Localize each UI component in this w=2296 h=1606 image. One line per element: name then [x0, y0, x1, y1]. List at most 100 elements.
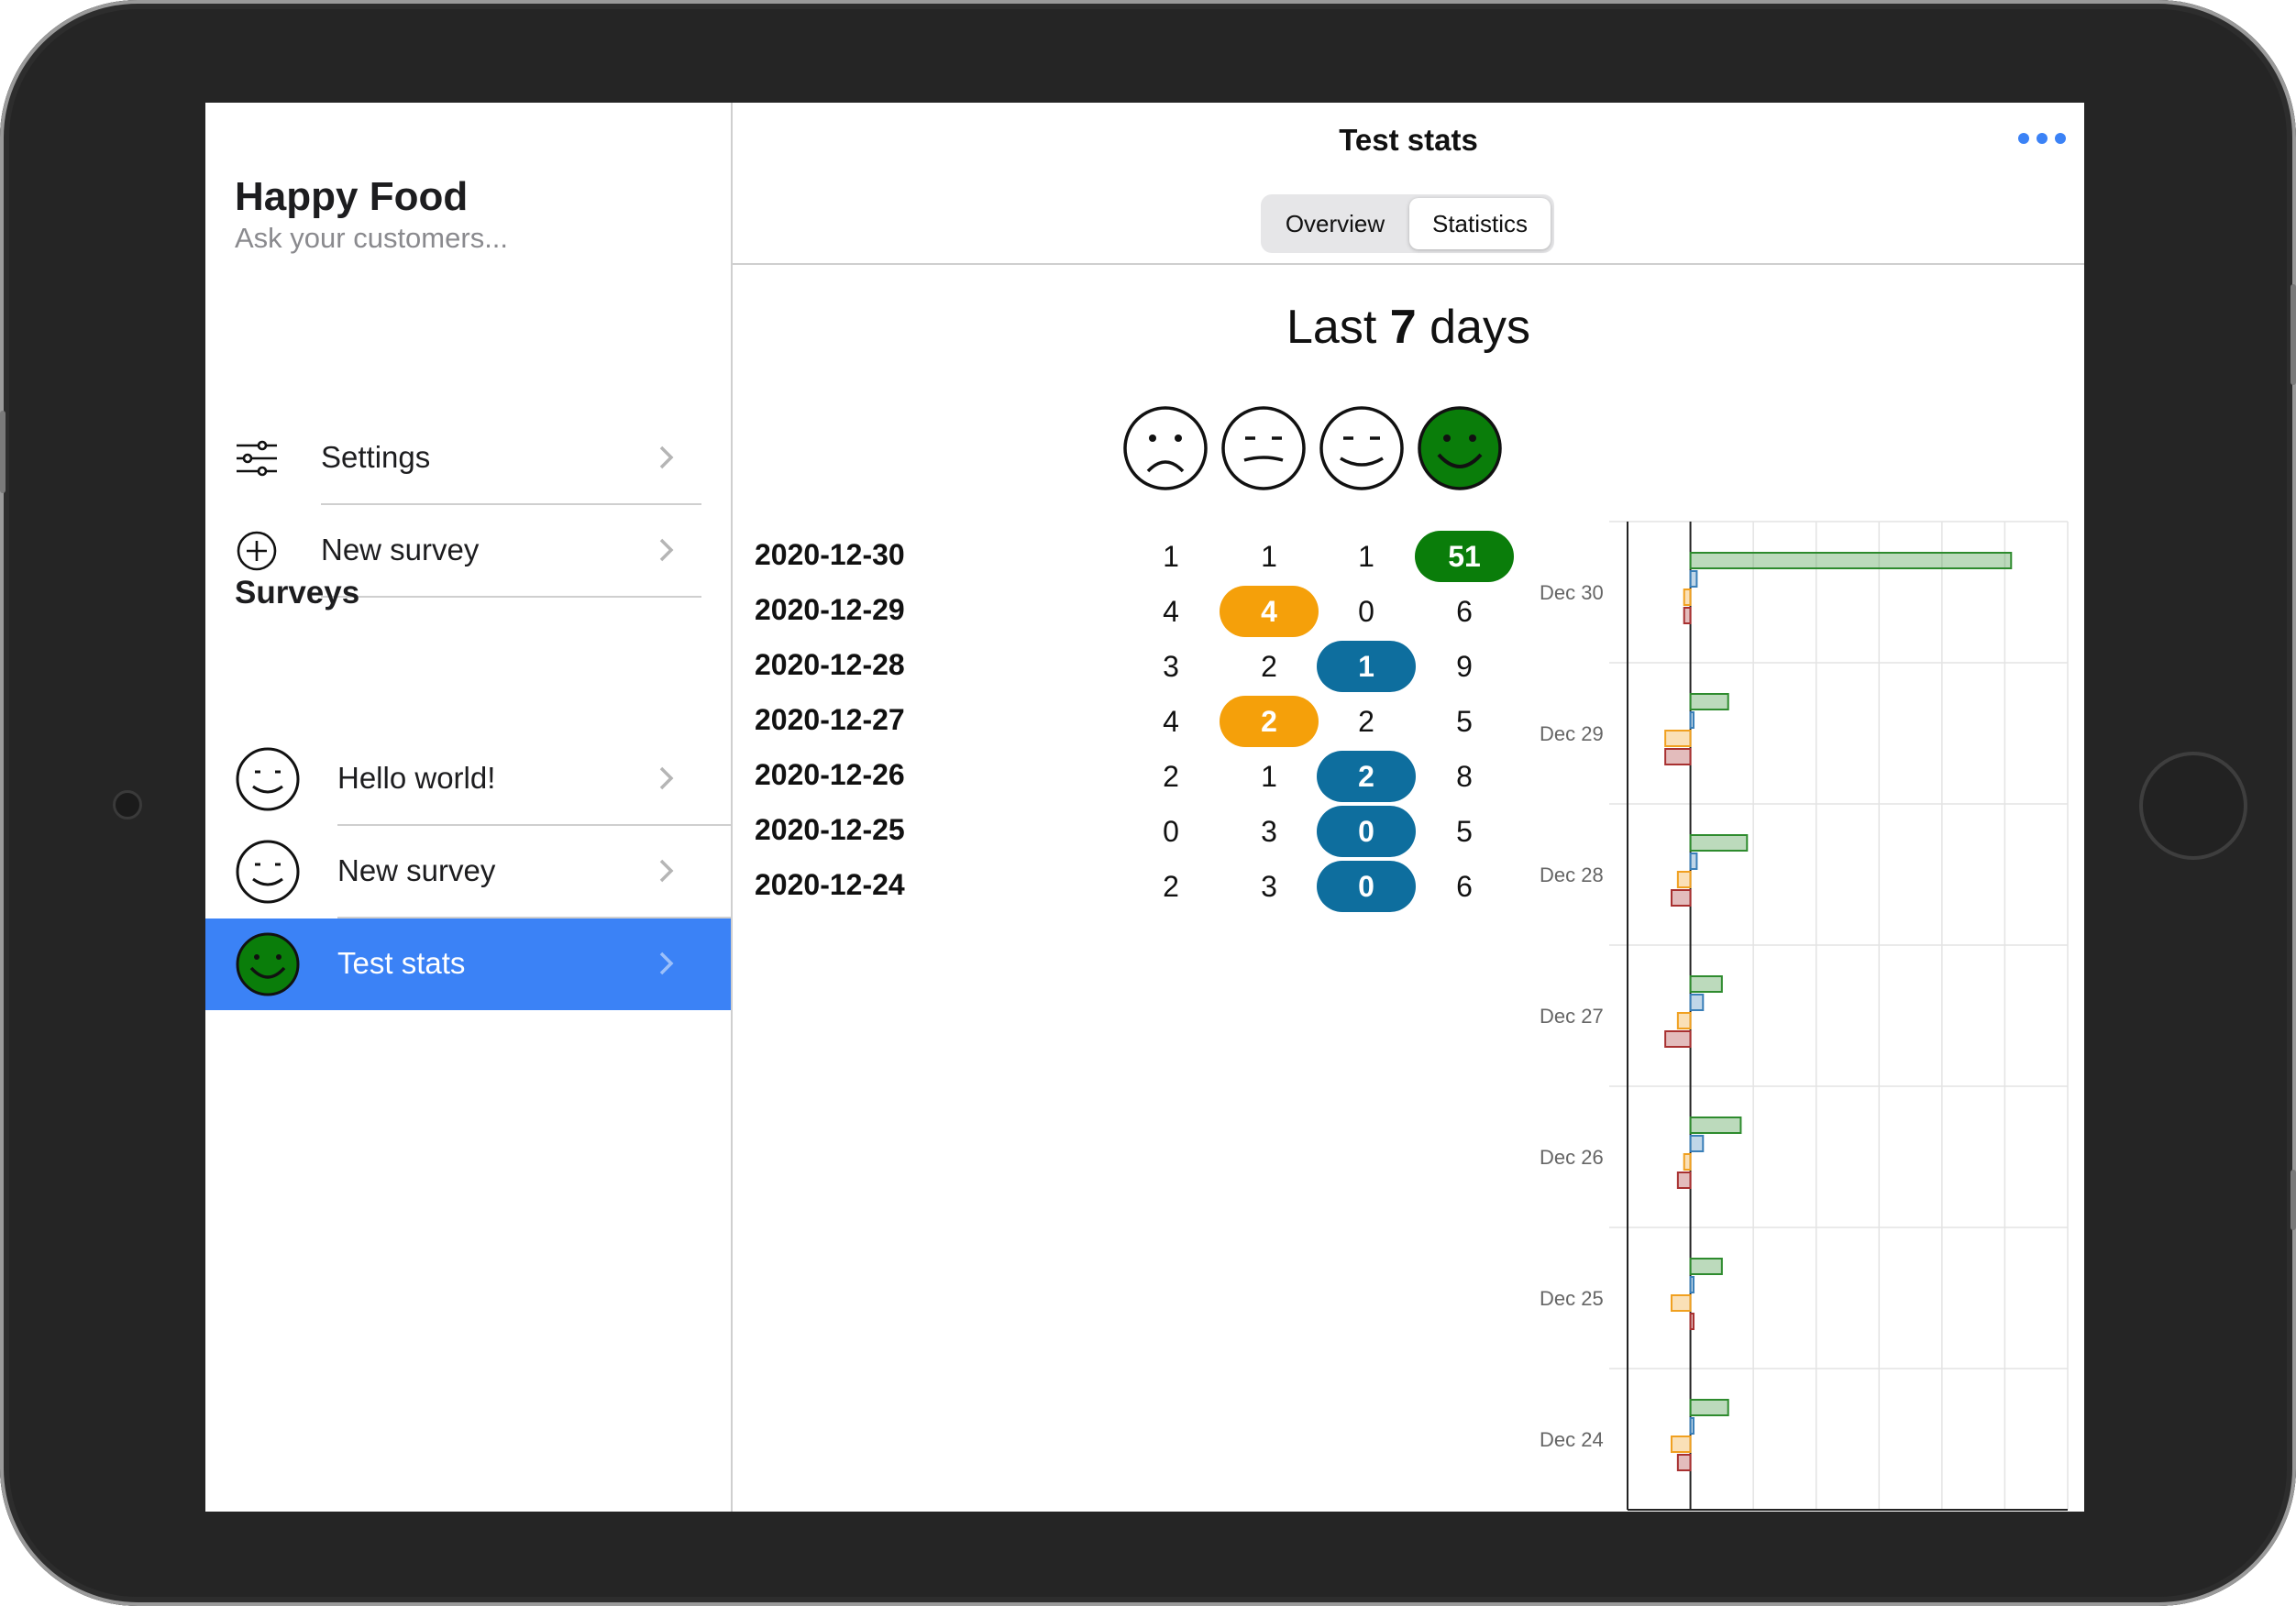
bar [1676, 1012, 1692, 1029]
sidebar: Happy Food Ask your customers... Setting… [205, 103, 733, 1512]
row-date: 2020-12-25 [755, 813, 905, 846]
green-smiley-icon [236, 932, 300, 996]
table-row: 2020-12-27 4 2 2 5 [733, 696, 1473, 747]
y-tick-label: Dec 28 [1540, 864, 1604, 886]
divider [321, 596, 701, 598]
bar [1671, 1294, 1692, 1312]
sad-count: 2 [1163, 870, 1179, 903]
segment-overview[interactable]: Overview [1264, 198, 1406, 249]
chevron-right-icon [659, 538, 674, 562]
tablet-frame: Happy Food Ask your customers... Setting… [0, 0, 2296, 1606]
sad-count: 4 [1163, 705, 1179, 738]
neutral-count: 2 [1261, 650, 1277, 683]
bar [1689, 1258, 1723, 1275]
survey-item-label: New survey [337, 853, 496, 887]
table-row: 2020-12-28 3 2 1 9 [733, 641, 1473, 692]
smile-count: 0 [1317, 861, 1416, 912]
bar [1689, 1313, 1694, 1330]
neutral-count: 2 [1220, 696, 1319, 747]
bar [1671, 1436, 1692, 1453]
table-row: 2020-12-30 1 1 1 51 [733, 531, 1514, 582]
survey-item-label: Hello world! [337, 761, 496, 795]
y-tick-label: Dec 27 [1540, 1005, 1604, 1028]
survey-item-new-survey[interactable]: New survey [205, 826, 731, 918]
sidebar-item-settings[interactable]: Settings [205, 412, 731, 505]
ellipsis-icon[interactable] [2016, 128, 2068, 148]
daily-stats-chart: 10 0 10 20 30 40 50 60Dec 30Dec 29Dec 28Dec 27D… [1540, 521, 2069, 1511]
chevron-right-icon [659, 952, 674, 975]
bar [1683, 607, 1692, 624]
sad-count: 2 [1163, 760, 1179, 793]
side-button-right-top [2290, 284, 2296, 385]
heading-suffix: days [1429, 301, 1530, 354]
happy-face-icon [1418, 406, 1502, 490]
neutral-count: 1 [1261, 760, 1277, 793]
row-date: 2020-12-24 [755, 868, 905, 901]
bar [1689, 570, 1698, 588]
survey-item-test-stats[interactable]: Test stats [205, 918, 731, 1010]
neutral-count: 1 [1261, 540, 1277, 573]
bar [1664, 748, 1692, 765]
bar [1676, 871, 1692, 888]
sad-count: 1 [1163, 540, 1179, 573]
smile-count: 1 [1358, 540, 1374, 573]
y-tick-label: Dec 29 [1540, 722, 1604, 745]
segmented-control: Overview Statistics [1261, 194, 1554, 253]
happy-count: 6 [1456, 870, 1473, 903]
row-date: 2020-12-28 [755, 648, 905, 681]
bar [1689, 1417, 1694, 1435]
chevron-right-icon [659, 766, 674, 790]
sliders-icon [237, 440, 277, 477]
neutral-count: 3 [1261, 815, 1277, 848]
segment-statistics[interactable]: Statistics [1409, 198, 1551, 249]
bar [1689, 1116, 1742, 1134]
bar [1689, 693, 1729, 710]
smiley-icon [236, 840, 300, 904]
survey-item-label: Test stats [337, 946, 466, 980]
table-row: 2020-12-29 4 4 0 6 [733, 586, 1473, 637]
side-button-left [0, 411, 6, 493]
bar [1689, 711, 1694, 729]
happy-count: 8 [1456, 760, 1473, 793]
neutral-count: 4 [1220, 586, 1319, 637]
chevron-right-icon [659, 446, 674, 469]
smile-count: 0 [1358, 595, 1374, 628]
sidebar-item-label: Settings [321, 440, 431, 474]
smile-count: 0 [1317, 806, 1416, 857]
smiley-icon [236, 747, 300, 811]
y-tick-label: Dec 24 [1540, 1428, 1604, 1451]
y-tick-label: Dec 30 [1540, 581, 1604, 604]
neutral-count: 3 [1261, 870, 1277, 903]
main-panel: Test stats Overview Statistics Last 7 da… [733, 103, 2084, 1512]
page-title: Test stats [1339, 123, 1478, 157]
row-date: 2020-12-30 [755, 538, 905, 571]
happy-count: 9 [1456, 650, 1473, 683]
bar [1689, 1135, 1705, 1152]
sad-count: 3 [1163, 650, 1179, 683]
happy-count: 6 [1456, 595, 1473, 628]
home-button[interactable] [2139, 752, 2247, 860]
survey-item-hello-world[interactable]: Hello world! [205, 733, 731, 826]
happy-count: 51 [1415, 531, 1514, 582]
row-date: 2020-12-29 [755, 593, 905, 626]
sad-count: 4 [1163, 595, 1179, 628]
smile-count: 2 [1358, 705, 1374, 738]
table-row: 2020-12-26 2 1 2 8 [733, 751, 1473, 802]
y-tick-label: Dec 25 [1540, 1287, 1604, 1310]
row-date: 2020-12-26 [755, 758, 905, 791]
side-button-right-bottom [2290, 1170, 2296, 1230]
heading-number: 7 [1389, 301, 1417, 354]
smile-face-icon [1319, 406, 1404, 490]
sad-count: 0 [1163, 815, 1179, 848]
happy-count: 5 [1456, 815, 1473, 848]
bar [1689, 1276, 1694, 1293]
bar [1689, 552, 2013, 569]
bar [1689, 1399, 1729, 1416]
chevron-right-icon [659, 859, 674, 883]
bar [1689, 994, 1705, 1011]
sad-face-icon [1123, 406, 1208, 490]
bar [1689, 852, 1698, 870]
y-tick-label: Dec 26 [1540, 1146, 1604, 1169]
app-title: Happy Food [235, 174, 469, 219]
bar [1683, 1153, 1692, 1171]
